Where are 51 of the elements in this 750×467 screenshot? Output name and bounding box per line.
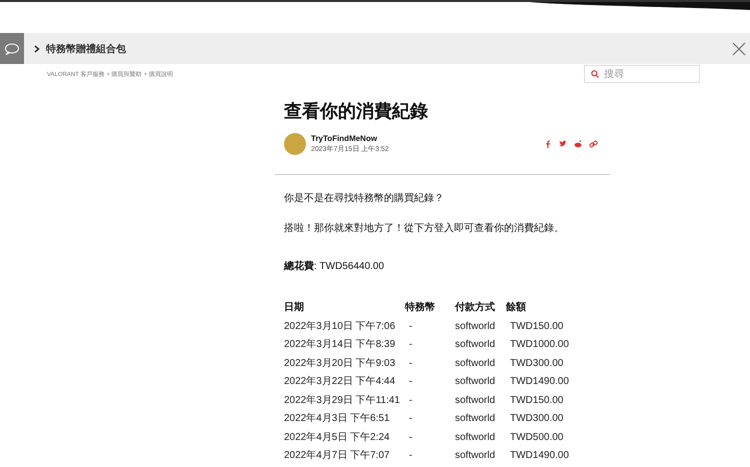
- table-cell: 2022年4月7日 下午7:07: [284, 450, 390, 462]
- notice-title[interactable]: 特務幣贈禮組合包: [46, 42, 126, 56]
- author-name: TryToFindMeNow: [311, 134, 378, 143]
- search-field[interactable]: 搜尋: [584, 64, 700, 82]
- table-cell: -: [409, 450, 412, 462]
- table-cell: -: [409, 339, 412, 350]
- column-header: 餘額: [506, 300, 527, 316]
- column-header: 付款方式: [455, 299, 506, 318]
- total-spent: 總花費: TWD56440.00: [284, 260, 386, 273]
- paragraph: 搭啦！那你就來對地方了！從下方登入即可查看你的消費紀錄。: [284, 222, 565, 235]
- table-cell: -: [409, 358, 412, 369]
- table-cell: 2022年3月20日 下午9:03: [284, 358, 396, 369]
- table-cell: TWD300.00: [510, 358, 564, 369]
- table-cell: TWD150.00: [510, 394, 564, 406]
- table-cell: TWD1490.00: [510, 450, 569, 462]
- table-cell: -: [409, 394, 412, 406]
- table-cell: TWD500.00: [510, 432, 564, 443]
- table-cell: TWD150.00: [510, 320, 564, 332]
- table-cell: -: [409, 432, 412, 443]
- table-cell: TWD1490.00: [510, 376, 569, 388]
- table-cell: -: [409, 320, 412, 332]
- link-icon[interactable]: [589, 140, 598, 148]
- table-cell: softworld: [455, 450, 496, 462]
- table-cell: softworld: [455, 358, 496, 369]
- table-cell: softworld: [455, 432, 496, 443]
- table-cell: 2022年4月5日 下午2:24: [284, 432, 390, 443]
- table-cell: -: [409, 376, 412, 388]
- table-cell: softworld: [455, 320, 496, 332]
- table-cell: 2022年3月14日 下午8:39: [284, 339, 396, 350]
- bird-icon[interactable]: [559, 140, 567, 148]
- table-cell: softworld: [455, 339, 496, 350]
- table-cell: softworld: [455, 394, 496, 406]
- paragraph: 你是不是在尋找特務幣的購買紀錄？: [284, 192, 445, 205]
- table-cell: softworld: [455, 376, 496, 388]
- facebook-icon[interactable]: [544, 140, 552, 148]
- table-cell: 2022年3月22日 下午4:44: [284, 376, 396, 388]
- chevron-icon: [34, 44, 40, 52]
- table-cell: 2022年4月3日 下午6:51: [284, 413, 390, 424]
- column-header: 特務幣: [405, 299, 455, 318]
- table-cell: 2022年3月10日 下午7:06: [284, 320, 396, 332]
- close-icon[interactable]: [732, 42, 746, 56]
- table-cell: TWD1000.00: [510, 339, 569, 350]
- chat-icon[interactable]: [0, 33, 24, 64]
- article-title: 查看你的消費紀錄: [284, 100, 429, 123]
- avatar: [284, 133, 306, 155]
- table-cell: softworld: [455, 413, 496, 424]
- table-cell: 2022年3月29日 下午11:41: [284, 394, 400, 406]
- table-cell: -: [409, 413, 412, 424]
- table-cell: TWD300.00: [510, 413, 564, 424]
- column-header: 日期: [284, 299, 405, 318]
- search-icon: [591, 70, 599, 78]
